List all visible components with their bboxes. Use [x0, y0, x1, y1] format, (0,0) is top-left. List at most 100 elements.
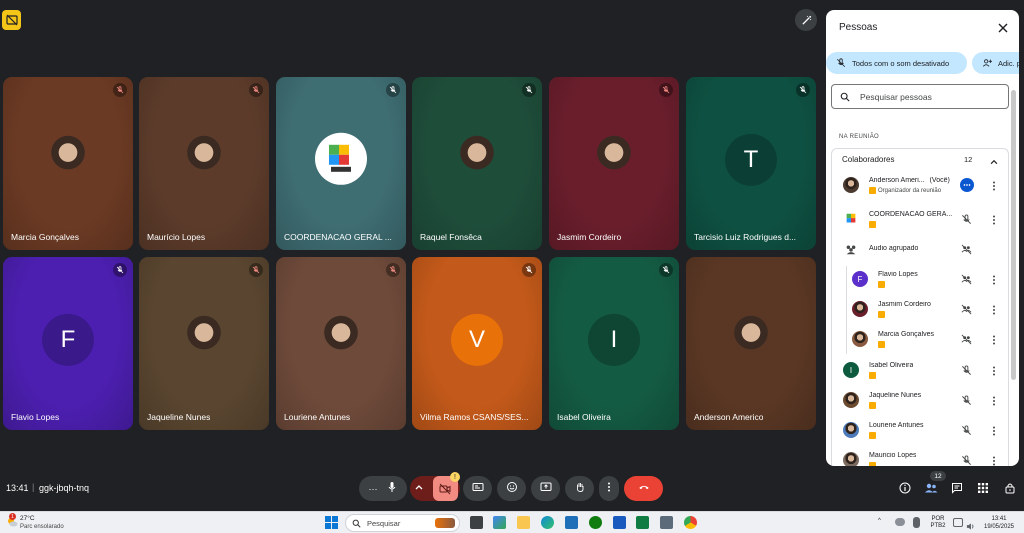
participant-row[interactable]: Anderson Ameri... (Você) Organizador da r… — [826, 172, 1019, 200]
participant-row[interactable]: Marcia Gonçalves — [826, 326, 1019, 354]
participant-avatar — [843, 177, 859, 193]
participant-menu-icon[interactable] — [988, 424, 1000, 436]
volume-icon[interactable] — [966, 518, 975, 530]
participant-menu-icon[interactable] — [988, 394, 1000, 406]
calculator-icon[interactable] — [660, 516, 673, 529]
participant-row[interactable]: Audio agrupado — [826, 236, 1019, 264]
participant-name: COORDENACAO GERAL ... — [284, 232, 392, 242]
xbox-icon[interactable] — [589, 516, 602, 529]
grouped-audio-icon[interactable] — [960, 303, 972, 315]
mic-off-icon[interactable] — [960, 364, 972, 376]
panel-scrollbar[interactable] — [1011, 90, 1016, 380]
participant-tile[interactable]: F Flavio Lopes — [3, 257, 133, 430]
participant-menu-icon[interactable] — [988, 454, 1000, 466]
participant-tile[interactable]: Louriene Antunes — [276, 257, 406, 430]
participant-tile[interactable]: Jaqueline Nunes — [139, 257, 269, 430]
participant-menu-icon[interactable] — [988, 273, 1000, 285]
present-screen-button[interactable] — [531, 476, 560, 501]
participant-row[interactable]: Jasmim Cordeiro — [826, 296, 1019, 324]
participant-row[interactable]: Louriene Antunes — [826, 417, 1019, 445]
participant-tile[interactable]: T Tarcisio Luiz Rodrigues d... — [686, 77, 816, 250]
taskbar-search[interactable]: Pesquisar — [345, 514, 460, 532]
participant-tile[interactable]: V Vilma Ramos CSANS/SES... — [412, 257, 542, 430]
participant-name: Jasmim Cordeiro — [878, 301, 931, 308]
participant-tile[interactable]: Jasmim Cordeiro — [549, 77, 679, 250]
mic-off-icon — [249, 263, 263, 277]
participant-tile[interactable]: COORDENACAO GERAL ... — [276, 77, 406, 250]
mic-icon[interactable] — [386, 481, 398, 496]
more-options-button[interactable] — [599, 476, 619, 501]
tray-chevron-icon[interactable]: ^ — [878, 518, 881, 525]
emoji-button[interactable] — [497, 476, 526, 501]
file-explorer-icon[interactable] — [517, 516, 530, 529]
section-label: NA REUNIÃO — [839, 134, 880, 140]
group-name[interactable]: Colaboradores — [842, 155, 894, 164]
network-icon[interactable] — [953, 518, 963, 527]
chevron-up-icon[interactable] — [989, 154, 999, 165]
edge-icon[interactable] — [541, 516, 554, 529]
meeting-info-icon[interactable] — [897, 480, 913, 496]
participant-menu-icon[interactable] — [988, 179, 1000, 191]
leave-call-button[interactable] — [624, 476, 663, 501]
tray-mic-icon[interactable] — [913, 517, 920, 528]
participant-row[interactable]: F Flavio Lopes — [826, 266, 1019, 294]
participant-tile[interactable]: Marcia Gonçalves — [3, 77, 133, 250]
grouped-audio-icon[interactable] — [960, 243, 972, 255]
close-icon[interactable] — [997, 21, 1009, 33]
search-people-input[interactable]: Pesquisar pessoas — [831, 84, 1009, 109]
participant-menu-icon[interactable] — [988, 364, 1000, 376]
grouped-audio-icon[interactable] — [960, 333, 972, 345]
participant-avatar — [852, 331, 868, 347]
windows-start-icon[interactable] — [325, 516, 338, 529]
task-view-icon[interactable] — [470, 516, 483, 529]
captions-off-icon[interactable] — [2, 10, 21, 30]
people-icon[interactable] — [922, 480, 940, 496]
word-icon[interactable] — [613, 516, 626, 529]
store-icon[interactable] — [565, 516, 578, 529]
input-language[interactable]: POR PTB2 — [928, 516, 948, 530]
participant-tile[interactable]: Maurício Lopes — [139, 77, 269, 250]
participant-row[interactable]: COORDENACAO GERA... — [826, 206, 1019, 234]
host-badge-icon — [869, 221, 876, 228]
host-controls-icon[interactable] — [1002, 480, 1018, 496]
excel-icon[interactable] — [636, 516, 649, 529]
taskbar-clock[interactable]: 13:41 19/05/2025 — [975, 515, 1023, 531]
captions-button[interactable] — [463, 476, 492, 501]
mic-off-icon[interactable] — [960, 213, 972, 225]
participant-row[interactable]: I Isabel Oliveira — [826, 357, 1019, 385]
participant-menu-icon[interactable] — [988, 333, 1000, 345]
mic-off-icon[interactable] — [960, 454, 972, 466]
more-actions-icon[interactable] — [960, 178, 974, 192]
participant-name-text: COORDENACAO GERA... — [869, 211, 953, 218]
participant-tile[interactable]: I Isabel Oliveira — [549, 257, 679, 430]
add-people-button[interactable]: Adic. p — [972, 52, 1019, 74]
participant-name: Jaqueline Nunes — [869, 392, 921, 399]
clock-date: 19/05/2025 — [983, 524, 1015, 530]
participant-initial: T — [725, 133, 777, 186]
add-person-icon — [982, 59, 992, 67]
participant-row[interactable]: Mauricio Lopes — [826, 447, 1019, 466]
onedrive-icon[interactable] — [895, 518, 905, 526]
host-role-label: Organizador da reunião — [878, 187, 942, 194]
host-badge-icon — [869, 432, 876, 439]
participant-row[interactable]: Jaqueline Nunes — [826, 387, 1019, 415]
participant-tile[interactable]: Anderson Americo — [686, 257, 816, 430]
chevron-up-icon[interactable] — [413, 481, 425, 496]
activities-icon[interactable] — [975, 480, 991, 496]
mute-all-button[interactable]: Todos com o som desativado — [826, 52, 967, 74]
participant-name-text: Isabel Oliveira — [869, 362, 914, 369]
emoji-icon — [506, 481, 518, 496]
copilot-icon[interactable] — [493, 516, 506, 529]
participant-menu-icon[interactable] — [988, 303, 1000, 315]
mic-off-icon[interactable] — [960, 424, 972, 436]
audio-options-button[interactable]: ··· — [369, 484, 378, 494]
visual-effects-icon[interactable] — [795, 9, 817, 31]
raise-hand-button[interactable] — [565, 476, 594, 501]
grouped-audio-icon[interactable] — [960, 273, 972, 285]
chat-icon[interactable] — [949, 480, 965, 496]
mic-off-icon[interactable] — [960, 394, 972, 406]
chrome-icon[interactable] — [684, 516, 697, 529]
participant-tile[interactable]: Raquel Fonsêca — [412, 77, 542, 250]
participant-menu-icon[interactable] — [988, 213, 1000, 225]
host-badge: Organizador da reunião — [869, 187, 941, 194]
